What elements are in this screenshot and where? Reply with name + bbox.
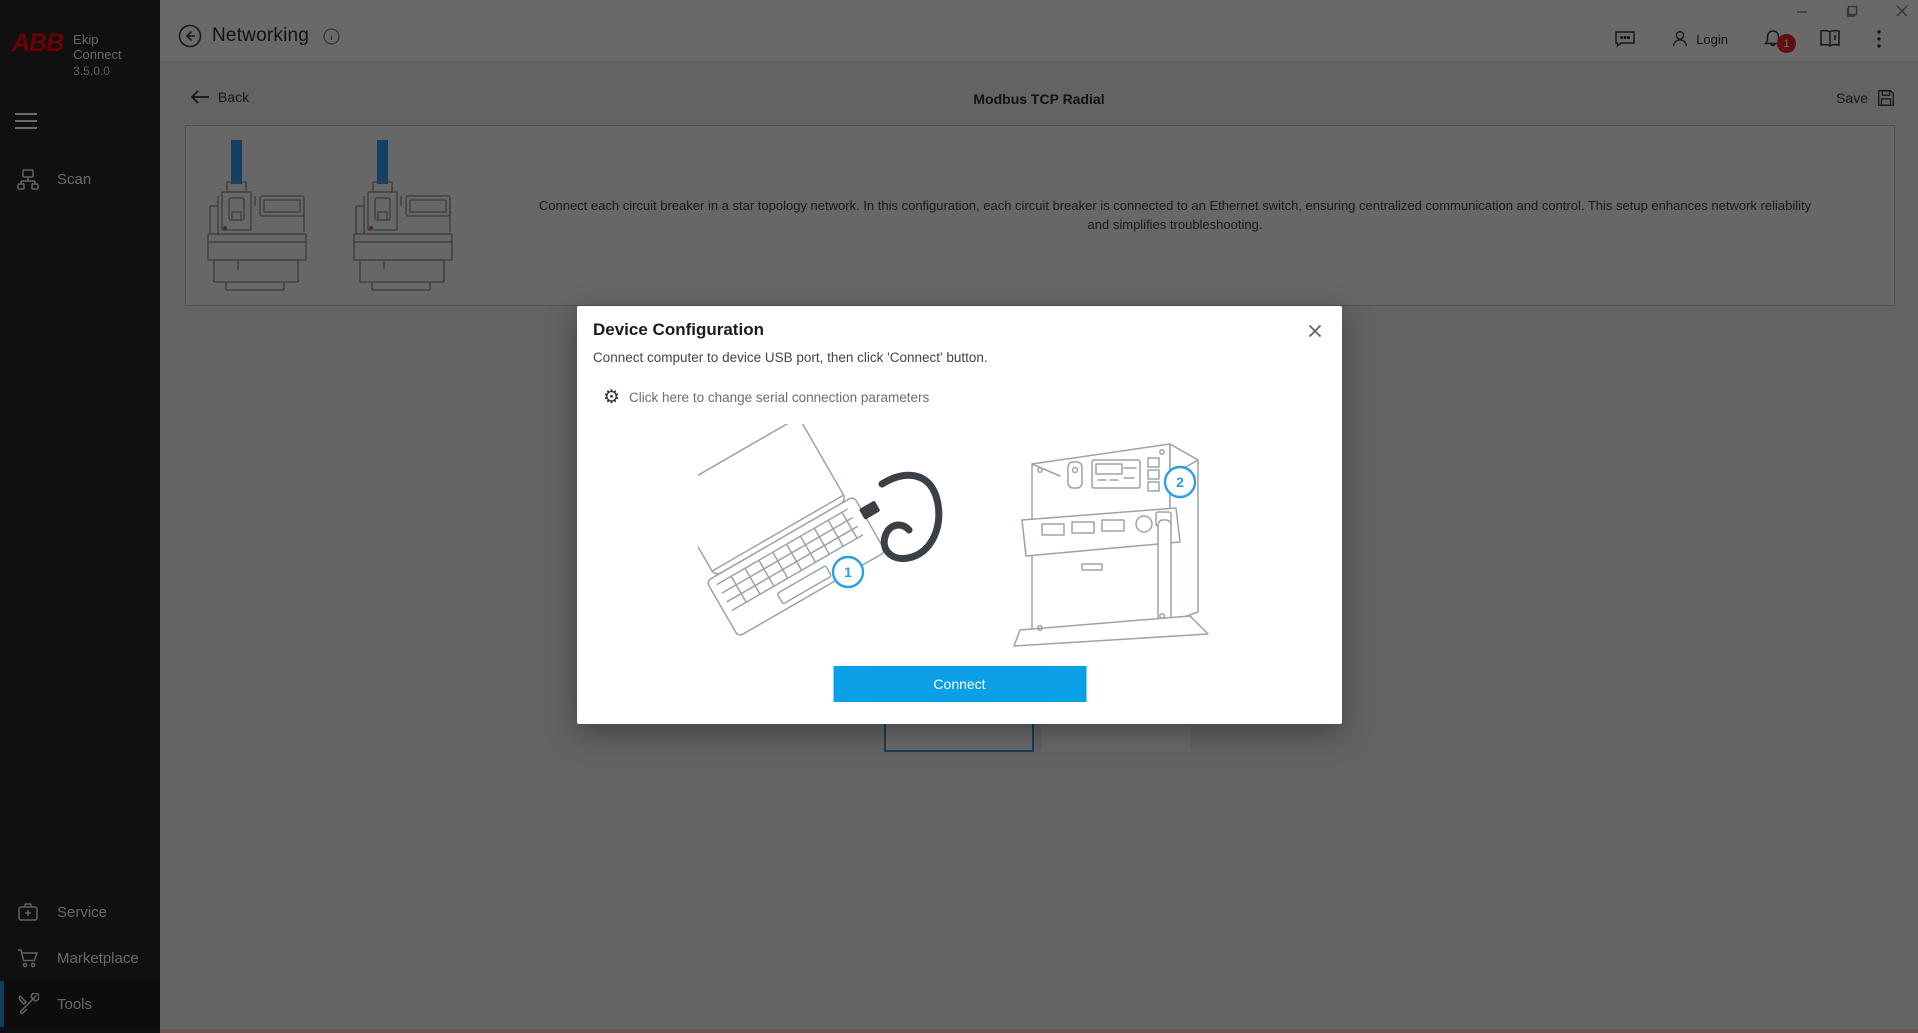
dialog-subtitle: Connect computer to device USB port, the… — [593, 350, 988, 365]
ekip-connect-window: ABB Ekip Connect 3.5.0.0 Scan — [0, 0, 1918, 1033]
close-icon[interactable] — [1304, 320, 1326, 342]
dialog-title: Device Configuration — [593, 320, 764, 340]
connection-illustration: 1 — [577, 424, 1342, 654]
step-2-badge: 2 — [1165, 467, 1195, 497]
connect-button[interactable]: Connect — [833, 666, 1086, 702]
svg-text:1: 1 — [844, 564, 852, 580]
gear-icon: ⚙ — [603, 388, 620, 407]
device-configuration-dialog: Device Configuration Connect computer to… — [577, 306, 1342, 724]
svg-text:2: 2 — [1176, 474, 1184, 490]
step-1-badge: 1 — [833, 557, 863, 587]
laptop-usb-illustration: 1 — [698, 424, 978, 644]
device-illustration: 2 — [1012, 424, 1222, 654]
serial-parameters-label: Click here to change serial connection p… — [629, 390, 929, 405]
serial-parameters-link[interactable]: ⚙ Click here to change serial connection… — [603, 388, 929, 407]
